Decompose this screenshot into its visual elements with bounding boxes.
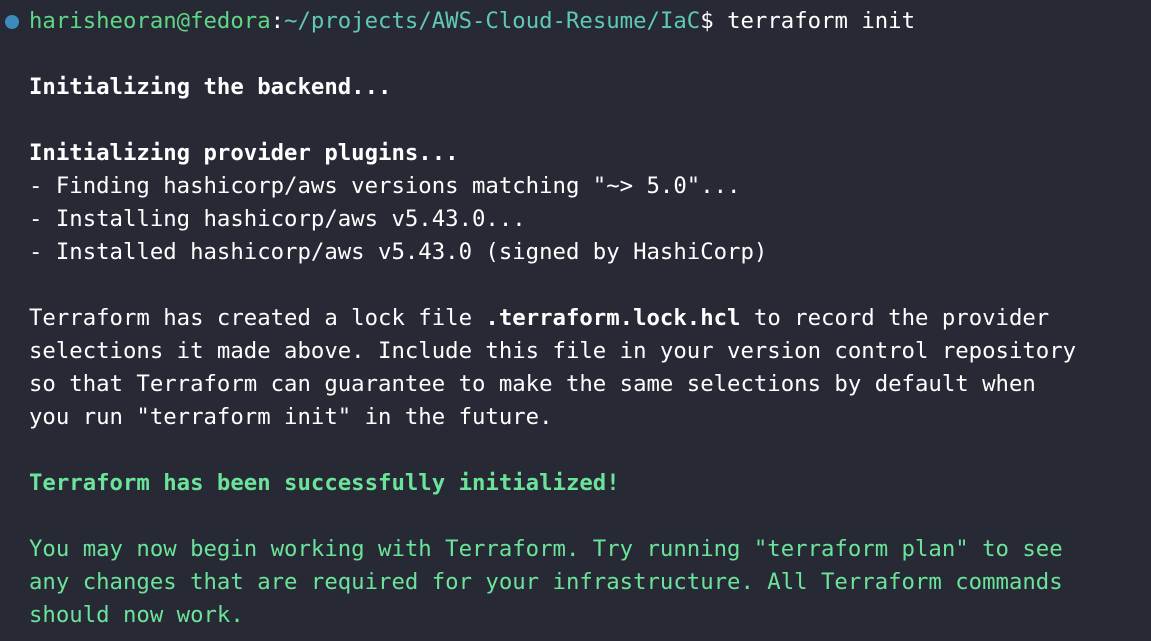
output-next-line-1: You may now begin working with Terraform… — [29, 536, 1063, 562]
prompt-colon: : — [270, 8, 285, 34]
output-init-plugins: Initializing provider plugins... — [29, 140, 459, 166]
output-lock-line-1: Terraform has created a lock file .terra… — [29, 302, 1049, 335]
output-next-line-2: any changes that are required for your i… — [29, 569, 1063, 595]
prompt-dollar: $ — [700, 8, 714, 34]
status-dot-icon — [5, 15, 19, 29]
prompt-line: harisheoran@fedora:~/projects/AWS-Cloud-… — [29, 5, 915, 38]
output-success: Terraform has been successfully initiali… — [29, 470, 620, 496]
output-installing: - Installing hashicorp/aws v5.43.0... — [29, 206, 526, 232]
lock-text-post: to record the provider — [740, 305, 1050, 331]
output-lock-line-4: you run "terraform init" in the future. — [29, 404, 553, 430]
lock-text-pre: Terraform has created a lock file — [29, 305, 486, 331]
output-next-line-3: should now work. — [29, 602, 244, 628]
output-installed: - Installed hashicorp/aws v5.43.0 (signe… — [29, 239, 768, 265]
output-lock-line-2: selections it made above. Include this f… — [29, 338, 1077, 364]
output-finding: - Finding hashicorp/aws versions matchin… — [29, 173, 741, 199]
output-init-backend: Initializing the backend... — [29, 74, 392, 100]
prompt-path: ~/projects/AWS-Cloud-Resume/IaC — [284, 8, 701, 34]
terminal-window[interactable]: harisheoran@fedora:~/projects/AWS-Cloud-… — [0, 0, 1151, 641]
prompt-command: terraform init — [713, 8, 916, 34]
lock-file-name: .terraform.lock.hcl — [485, 305, 741, 331]
prompt-user-host: harisheoran@fedora — [29, 8, 271, 34]
output-lock-line-3: so that Terraform can guarantee to make … — [29, 371, 1036, 397]
